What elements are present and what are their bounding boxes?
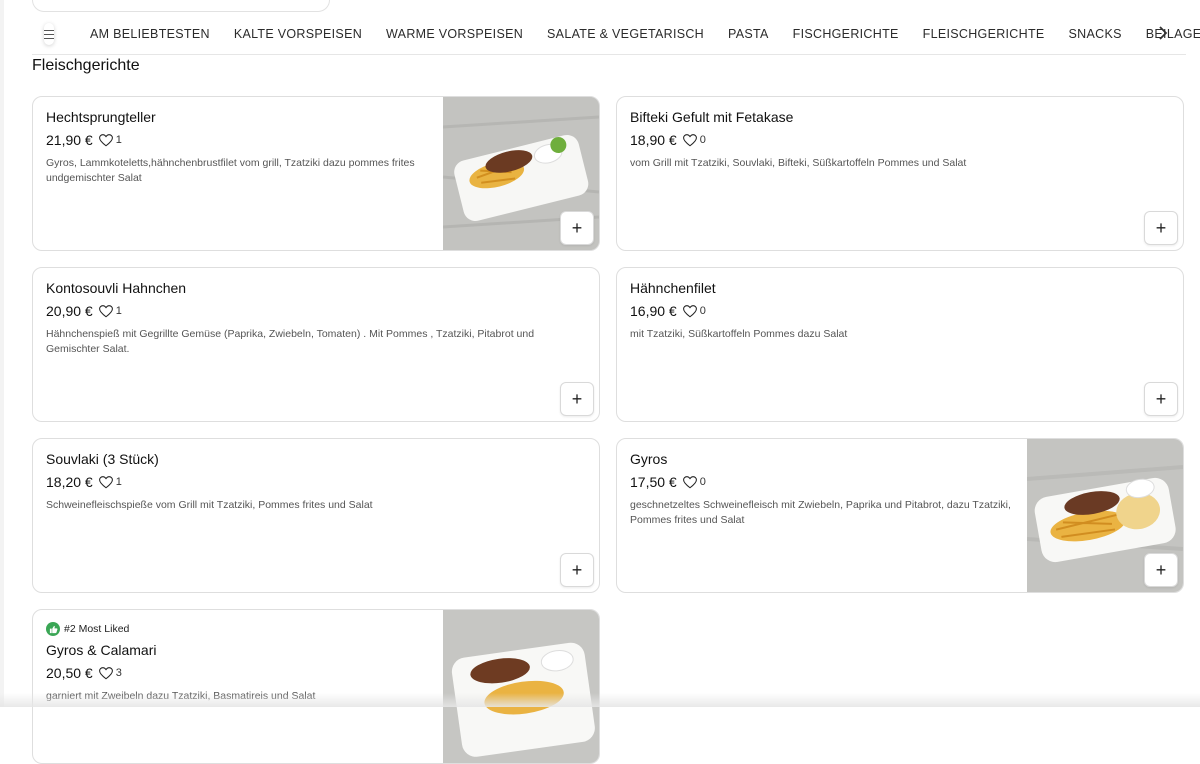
- tab-salate-vegetarisch[interactable]: SALATE & VEGETARISCH: [547, 27, 704, 41]
- dish-description: vom Grill mit Tzatziki, Souvlaki, Biftek…: [630, 157, 967, 169]
- dish-price: 20,50 €: [46, 665, 93, 681]
- dish-card[interactable]: Kontosouvli Hahnchen 20,90 € 1 Hähnchens…: [32, 267, 600, 422]
- dish-price: 18,20 €: [46, 474, 93, 490]
- heart-icon: [98, 133, 113, 146]
- add-to-cart-button[interactable]: +: [1144, 211, 1178, 245]
- dish-price: 17,50 €: [630, 474, 677, 490]
- dish-card[interactable]: #2 Most Liked Gyros & Calamari 20,50 € 3…: [32, 609, 600, 764]
- like-count[interactable]: 0: [682, 475, 706, 489]
- badge-label: #2 Most Liked: [64, 623, 130, 635]
- dish-photo: [443, 610, 599, 763]
- search-field[interactable]: [32, 0, 330, 12]
- heart-icon: [98, 304, 113, 317]
- add-to-cart-button[interactable]: +: [1144, 382, 1178, 416]
- like-count[interactable]: 1: [98, 475, 122, 489]
- tab-am-beliebtesten[interactable]: AM BELIEBTESTEN: [90, 27, 210, 41]
- thumbs-up-icon: [46, 622, 60, 636]
- dish-card[interactable]: Bifteki Gefult mit Fetakase 18,90 € 0 vo…: [616, 96, 1184, 251]
- category-bar: AM BELIEBTESTEN KALTE VORSPEISEN WARME V…: [32, 14, 1200, 55]
- most-liked-badge: #2 Most Liked: [46, 622, 429, 636]
- menu-icon[interactable]: [44, 23, 54, 45]
- tab-fleischgerichte[interactable]: FLEISCHGERICHTE: [923, 27, 1045, 41]
- dish-description: Schweinefleischspieße vom Grill mit Tzat…: [46, 499, 373, 511]
- add-to-cart-button[interactable]: +: [560, 553, 594, 587]
- like-count[interactable]: 0: [682, 133, 706, 147]
- like-count[interactable]: 0: [682, 304, 706, 318]
- dish-name: Hähnchenfilet: [630, 280, 716, 296]
- dish-card[interactable]: Gyros 17,50 € 0 geschnetzeltes Schweinef…: [616, 438, 1184, 593]
- tab-snacks[interactable]: SNACKS: [1069, 27, 1122, 41]
- dish-name: Gyros & Calamari: [46, 642, 157, 658]
- like-count-value: 0: [699, 305, 706, 317]
- like-count-value: 0: [699, 476, 706, 488]
- dish-price: 20,90 €: [46, 303, 93, 319]
- dish-name: Bifteki Gefult mit Fetakase: [630, 109, 794, 125]
- chevron-right-icon[interactable]: [1158, 24, 1168, 44]
- like-count[interactable]: 3: [98, 666, 122, 680]
- like-count-value: 0: [699, 134, 706, 146]
- dish-description: Hähnchenspieß mit Gegrillte Gemüse (Papr…: [46, 328, 535, 355]
- dish-description: Gyros, Lammkoteletts,hähnchenbrustfilet …: [46, 157, 415, 184]
- tab-kalte-vorspeisen[interactable]: KALTE VORSPEISEN: [234, 27, 362, 41]
- dish-name: Hechtsprungteller: [46, 109, 156, 125]
- dish-name: Gyros: [630, 451, 668, 467]
- like-count-value: 1: [115, 305, 122, 317]
- dish-name: Kontosouvli Hahnchen: [46, 280, 187, 296]
- heart-icon: [682, 304, 697, 317]
- add-to-cart-button[interactable]: +: [560, 382, 594, 416]
- tab-fischgerichte[interactable]: FISCHGERICHTE: [793, 27, 899, 41]
- bottom-fade: [0, 693, 1200, 707]
- tab-pasta[interactable]: PASTA: [728, 27, 769, 41]
- tab-beilagen[interactable]: BEILAGEN: [1146, 27, 1200, 41]
- dish-description: mit Tzatziki, Süßkartoffeln Pommes dazu …: [630, 328, 848, 340]
- like-count-value: 1: [115, 476, 122, 488]
- dish-price: 21,90 €: [46, 132, 93, 148]
- dish-card[interactable]: Hechtsprungteller 21,90 € 1 Gyros, Lammk…: [32, 96, 600, 251]
- dish-description: geschnetzeltes Schweinefleisch mit Zwieb…: [630, 499, 1011, 526]
- heart-icon: [98, 666, 113, 679]
- heart-icon: [98, 475, 113, 488]
- dish-card[interactable]: Souvlaki (3 Stück) 18,20 € 1 Schweinefle…: [32, 438, 600, 593]
- like-count-value: 3: [115, 667, 122, 679]
- tab-warme-vorspeisen[interactable]: WARME VORSPEISEN: [386, 27, 523, 41]
- dish-price: 18,90 €: [630, 132, 677, 148]
- add-to-cart-button[interactable]: +: [1144, 553, 1178, 587]
- like-count-value: 1: [115, 134, 122, 146]
- like-count[interactable]: 1: [98, 304, 122, 318]
- dish-card[interactable]: Hähnchenfilet 16,90 € 0 mit Tzatziki, Sü…: [616, 267, 1184, 422]
- section-title: Fleischgerichte: [32, 57, 140, 74]
- dish-price: 16,90 €: [630, 303, 677, 319]
- like-count[interactable]: 1: [98, 133, 122, 147]
- heart-icon: [682, 475, 697, 488]
- left-edge: [0, 0, 4, 707]
- category-tabs: AM BELIEBTESTEN KALTE VORSPEISEN WARME V…: [90, 14, 1200, 54]
- dish-name: Souvlaki (3 Stück): [46, 451, 159, 467]
- add-to-cart-button[interactable]: +: [560, 211, 594, 245]
- heart-icon: [682, 133, 697, 146]
